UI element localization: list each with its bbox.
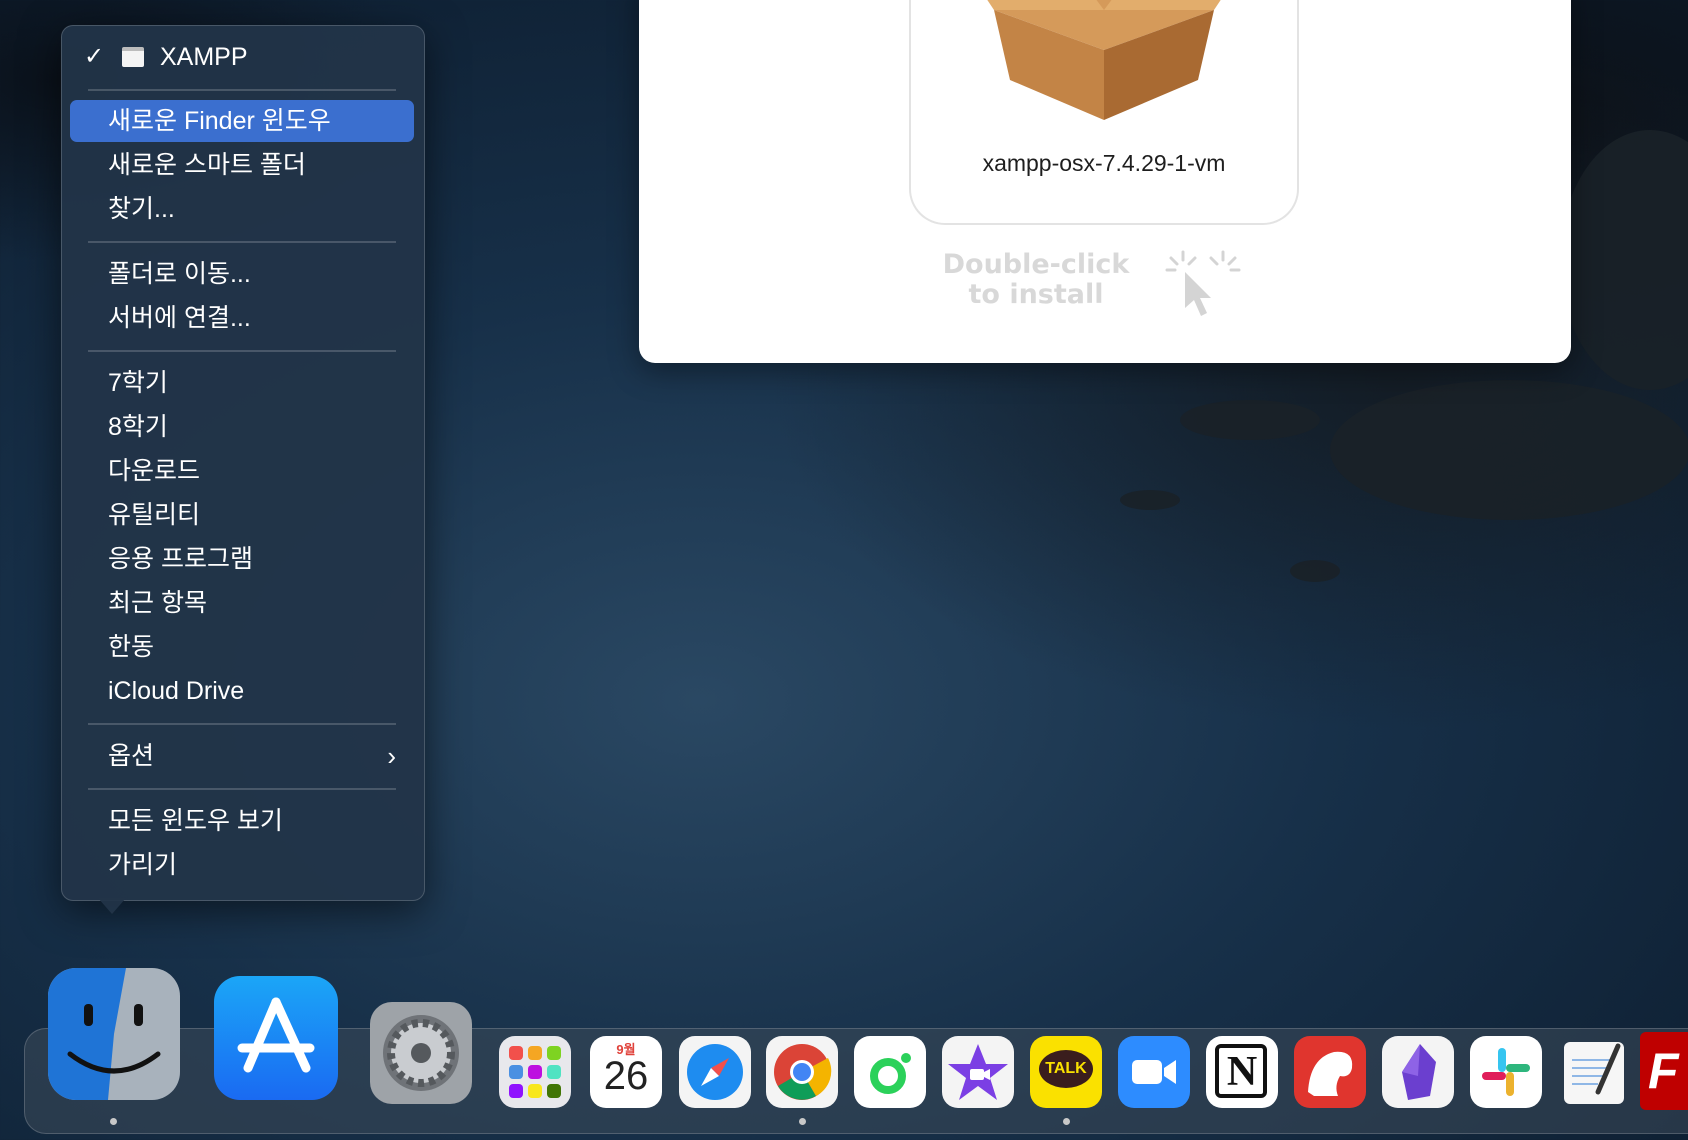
coast-rock: [1180, 400, 1320, 440]
gear-icon: [370, 1002, 472, 1104]
running-indicator: [110, 1118, 117, 1125]
slack-icon: [1470, 1036, 1542, 1108]
dock-imovie[interactable]: [942, 1036, 1014, 1108]
menu-item-place[interactable]: 유틸리티: [70, 494, 414, 536]
menu-pointer: [98, 898, 126, 914]
window-icon: [122, 47, 144, 67]
dock-line-app[interactable]: [854, 1036, 926, 1108]
dock-obsidian[interactable]: [1382, 1036, 1454, 1108]
green-ring-icon: [854, 1036, 926, 1108]
app-store-icon: [214, 976, 338, 1100]
dock-app-store[interactable]: [214, 976, 338, 1100]
coast-rock: [1330, 380, 1688, 520]
dock-notion[interactable]: N: [1206, 1036, 1278, 1108]
notion-letter: N: [1226, 1049, 1258, 1095]
menu-item-place[interactable]: 응용 프로그램: [70, 538, 414, 580]
menu-item-hide[interactable]: 가리기: [70, 844, 414, 886]
obsidian-gem-icon: [1382, 1036, 1454, 1108]
menu-item-place[interactable]: 최근 항목: [70, 582, 414, 624]
finder-dock-context-menu: ✓ XAMPP 새로운 Finder 윈도우 새로운 스마트 폴더 찾기... …: [61, 25, 425, 901]
calendar-day: 26: [603, 1054, 649, 1098]
coast-rock: [1290, 560, 1340, 582]
menu-item-connect-to-server[interactable]: 서버에 연결...: [70, 297, 414, 339]
menu-item-place[interactable]: iCloud Drive: [70, 670, 414, 712]
menu-item-label: XAMPP: [160, 43, 248, 71]
menu-separator: [88, 723, 396, 725]
menu-item-place[interactable]: 다운로드: [70, 450, 414, 492]
package-box-icon: [987, 0, 1221, 120]
chrome-icon: [766, 1036, 838, 1108]
install-hint-line1: Double-click: [942, 249, 1130, 280]
install-hint: Double-click to install: [936, 250, 1136, 310]
launchpad-icon: [499, 1036, 571, 1108]
dock-filezilla[interactable]: F: [1640, 1032, 1688, 1110]
menu-item-go-to-folder[interactable]: 폴더로 이동...: [70, 253, 414, 295]
dock-textedit[interactable]: [1558, 1036, 1630, 1108]
kakaotalk-label: TALK: [1045, 1060, 1087, 1077]
filezilla-letter: F: [1648, 1043, 1679, 1099]
star-icon: [942, 1036, 1014, 1108]
running-indicator: [799, 1118, 806, 1125]
menu-separator: [88, 89, 396, 91]
menu-item-xampp-window[interactable]: ✓ XAMPP: [70, 36, 414, 78]
dock-launchpad[interactable]: [499, 1036, 571, 1108]
dock-finder[interactable]: [48, 968, 180, 1100]
package-name: xampp-osx-7.4.29-1-vm: [982, 150, 1226, 176]
dock-kakaotalk[interactable]: TALK: [1030, 1036, 1102, 1108]
double-click-cursor-icon: [1165, 250, 1241, 316]
coast-rock: [1560, 130, 1688, 390]
menu-item-place[interactable]: 8학기: [70, 406, 414, 448]
dock-calendar[interactable]: 9월 26: [590, 1036, 662, 1108]
dock-safari[interactable]: [679, 1036, 751, 1108]
menu-separator: [88, 788, 396, 790]
finder-icon: [48, 968, 180, 1100]
menu-item-place[interactable]: 7학기: [70, 362, 414, 404]
menu-item-label: 옵션: [108, 742, 155, 770]
menu-item-show-all-windows[interactable]: 모든 윈도우 보기: [70, 800, 414, 842]
compass-icon: [679, 1036, 751, 1108]
bear-icon: [1294, 1036, 1366, 1108]
video-camera-icon: [1118, 1036, 1190, 1108]
dock-slack[interactable]: [1470, 1036, 1542, 1108]
menu-item-new-smart-folder[interactable]: 새로운 스마트 폴더: [70, 144, 414, 186]
running-indicator: [1063, 1118, 1070, 1125]
checkmark-icon: ✓: [84, 43, 105, 70]
menu-item-find[interactable]: 찾기...: [70, 188, 414, 230]
install-hint-line2: to install: [968, 279, 1104, 310]
dock-zoom[interactable]: [1118, 1036, 1190, 1108]
coast-rock: [1120, 490, 1180, 510]
menu-item-options[interactable]: 옵션 ›: [70, 735, 414, 777]
package-card[interactable]: xampp-osx-7.4.29-1-vm: [909, 0, 1299, 225]
menu-separator: [88, 350, 396, 352]
menu-item-place[interactable]: 한동: [70, 626, 414, 668]
menu-item-new-finder-window[interactable]: 새로운 Finder 윈도우: [70, 100, 414, 142]
dock-chrome[interactable]: [766, 1036, 838, 1108]
dock-system-preferences[interactable]: [370, 1002, 472, 1104]
xampp-installer-window: xampp-osx-7.4.29-1-vm Double-click to in…: [639, 0, 1571, 363]
menu-separator: [88, 241, 396, 243]
dock-bear[interactable]: [1294, 1036, 1366, 1108]
chevron-right-icon: ›: [387, 741, 396, 771]
text-document-icon: [1564, 1042, 1624, 1104]
